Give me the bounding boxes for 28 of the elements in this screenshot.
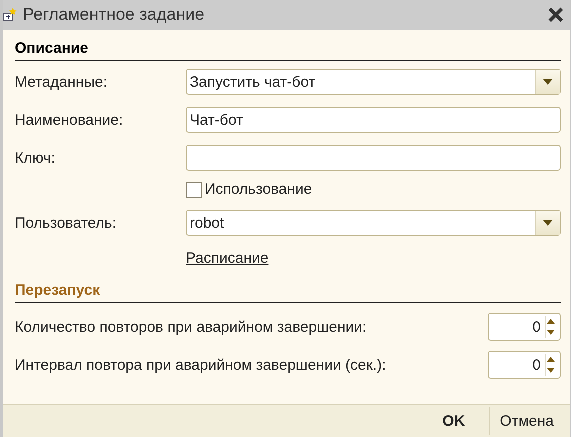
window-title: Регламентное задание [23, 5, 206, 25]
caret-icon [543, 220, 553, 226]
input-field[interactable] [186, 145, 561, 171]
close-icon[interactable] [548, 7, 564, 23]
field-label: Интервал повтора при аварийном завершении (сек.): [15, 356, 386, 374]
dropdown-button[interactable] [535, 211, 560, 235]
section-heading: Перезапуск [15, 282, 561, 303]
caret-icon [543, 79, 553, 85]
field-label: Ключ: [15, 150, 56, 166]
field-label: Наименование: [15, 112, 124, 128]
task-icon [3, 8, 17, 22]
field-label: Количество повторов при аварийном завершении: [15, 318, 367, 336]
field-label: Пользователь: [15, 214, 118, 232]
input-field[interactable]: Запустить чат-бот [186, 69, 561, 95]
spin-arrows-icon[interactable] [545, 354, 556, 376]
ok-button[interactable]: OK [432, 406, 490, 436]
number-field[interactable]: 0 [488, 313, 561, 341]
checkbox[interactable] [186, 182, 202, 198]
section-heading: Описание [15, 30, 561, 61]
usage-checkbox[interactable]: Использование [186, 181, 561, 198]
schedule-link[interactable]: Расписание [186, 250, 269, 266]
field-label: Метаданные: [15, 74, 109, 90]
spin-arrows-icon[interactable] [545, 316, 556, 338]
number-field[interactable]: 0 [488, 351, 561, 379]
cancel-button[interactable]: Отмена [490, 406, 564, 436]
input-field[interactable]: Чат-бот [186, 107, 561, 133]
dropdown-button[interactable] [535, 70, 560, 94]
input-field[interactable]: robot [186, 210, 561, 236]
